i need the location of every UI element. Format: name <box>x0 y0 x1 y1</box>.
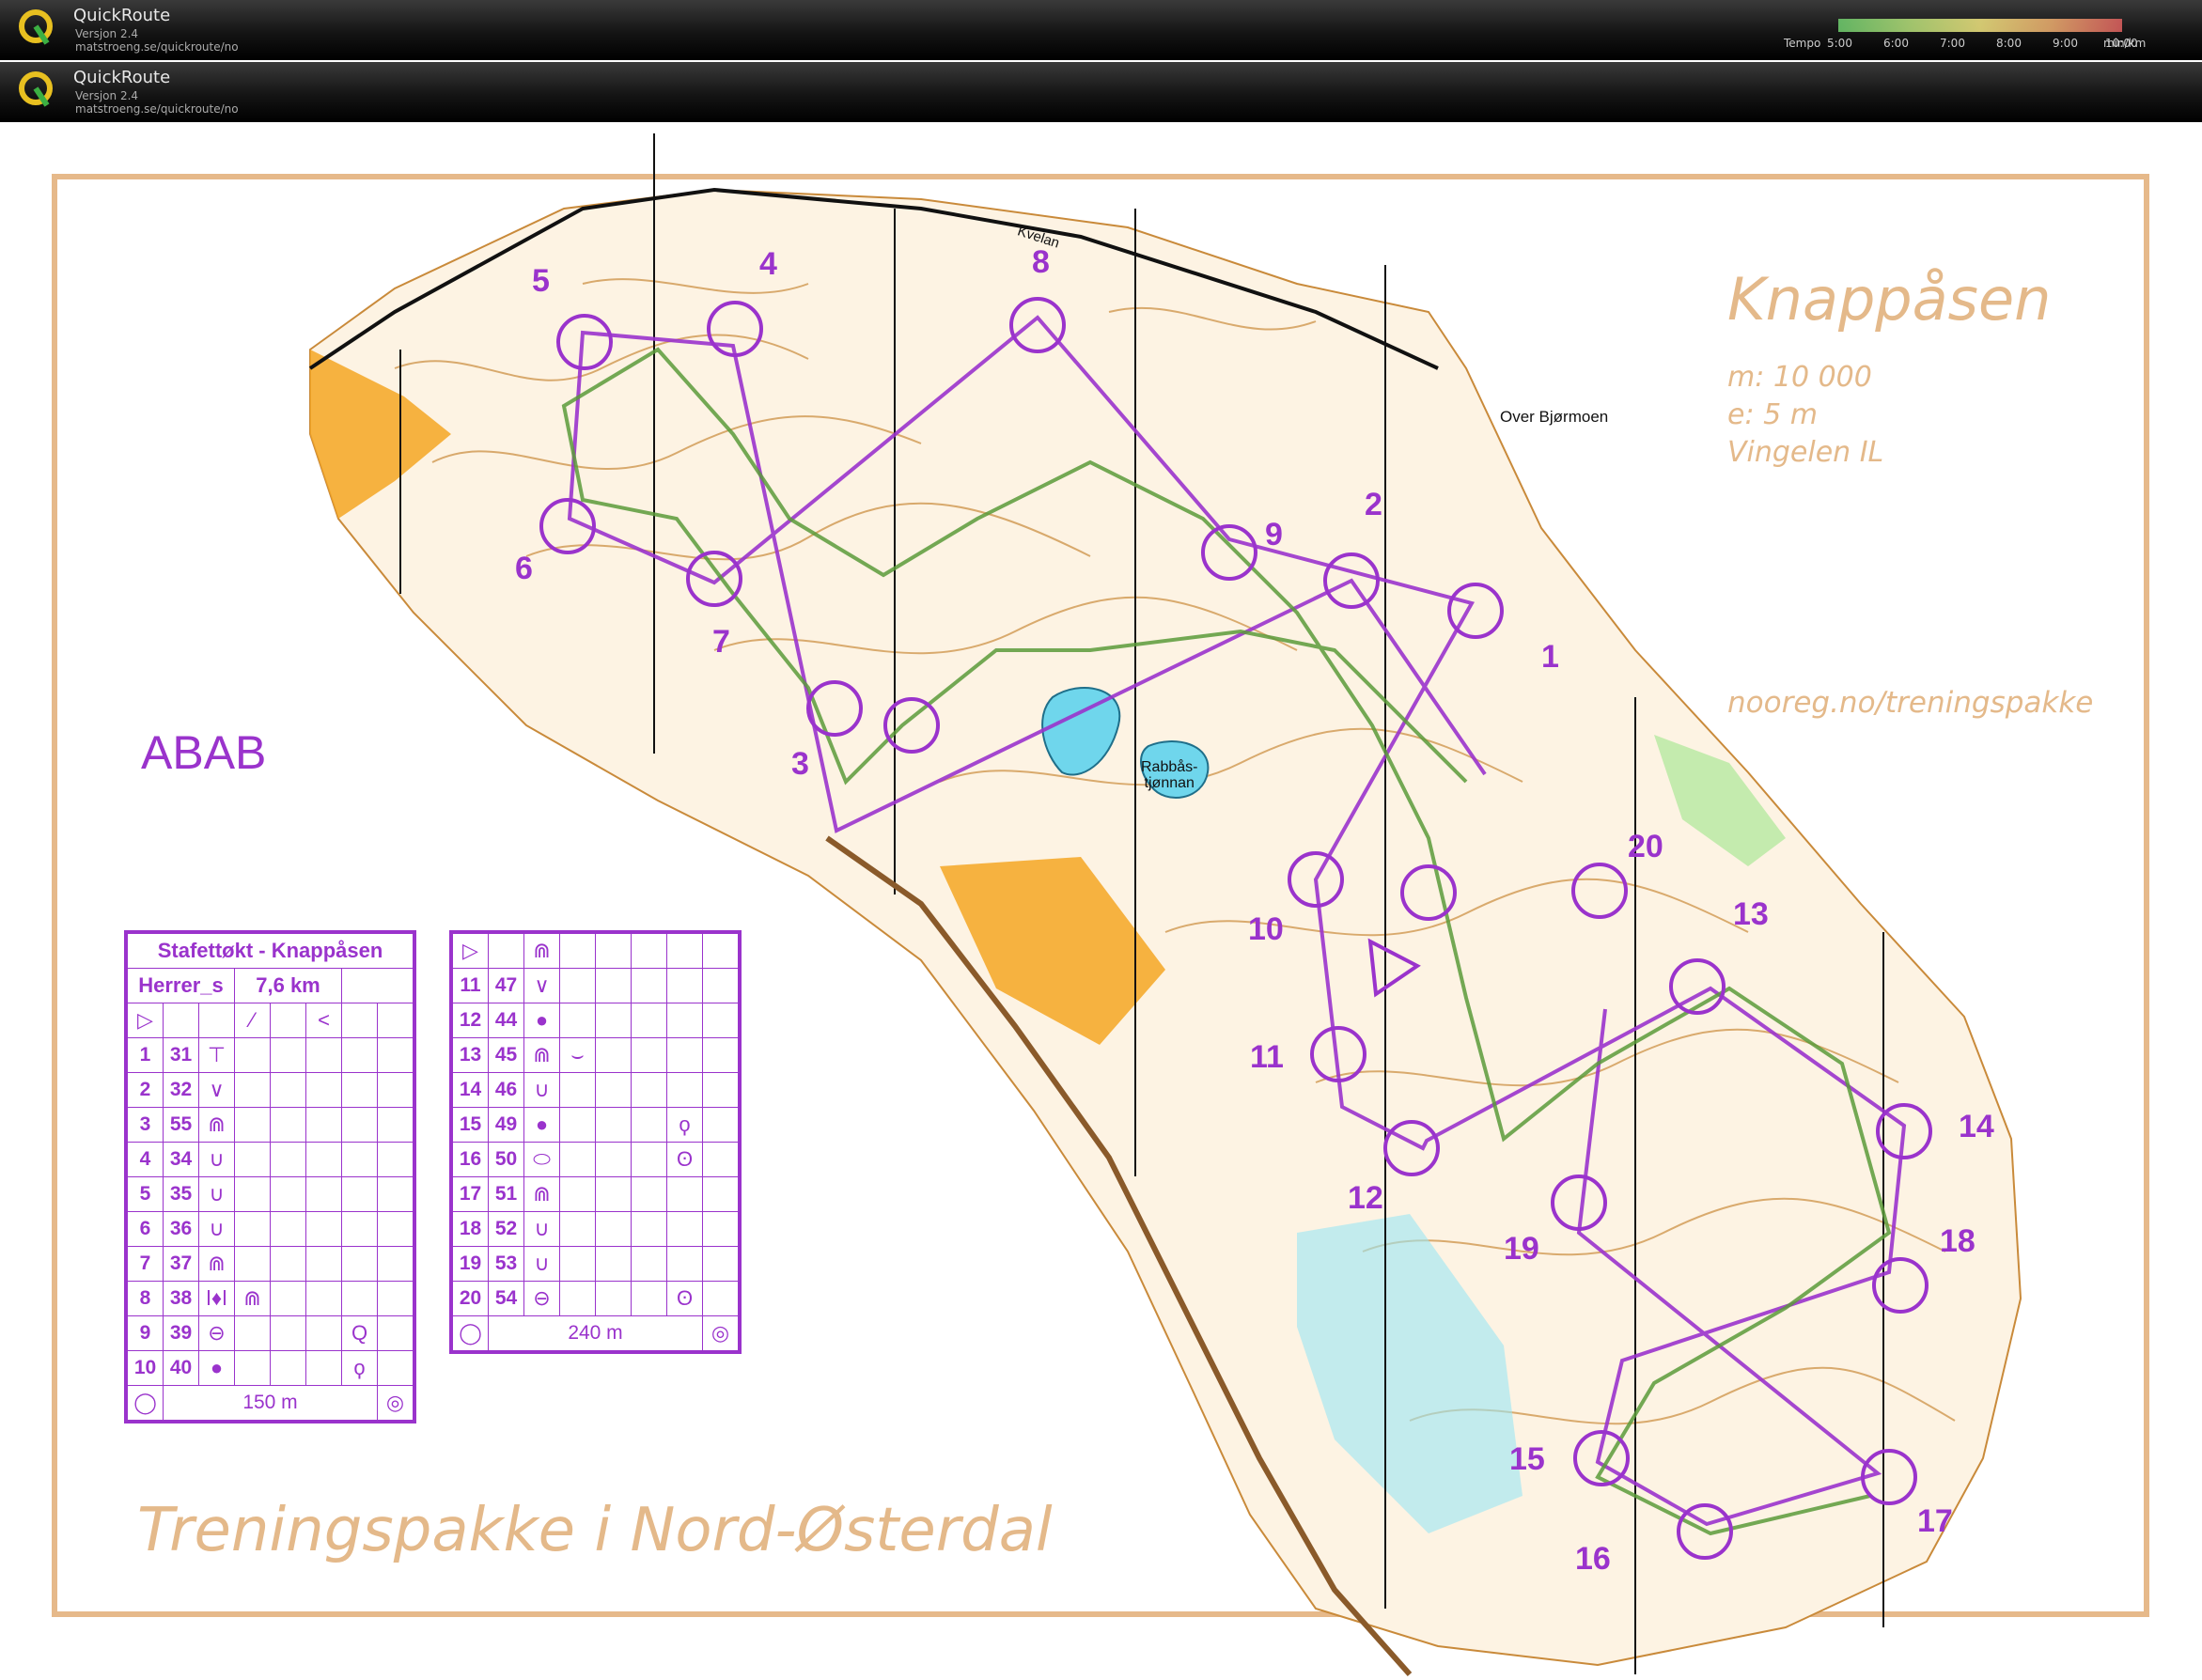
control-number: 4 <box>759 246 777 282</box>
control-number: 10 <box>1248 911 1284 947</box>
footer-title: Treningspakke i Nord-Østerdal <box>137 1496 1053 1565</box>
variant-label: ABAB <box>141 726 267 779</box>
table-row: 19 53 ∪ <box>452 1246 739 1282</box>
table-row: 18 52 ∪ <box>452 1211 739 1247</box>
orienteering-map[interactable] <box>0 124 2202 1680</box>
table-row: 8 38 ǀ♦ǀ ⋒ <box>127 1281 414 1316</box>
description-length: 7,6 km <box>234 968 342 1003</box>
table-row: 12 44 ● <box>452 1003 739 1038</box>
tempo-tick: 6:00 <box>1883 37 1909 50</box>
control-number: 6 <box>515 551 533 586</box>
tempo-label: Tempo <box>1784 37 1821 50</box>
control-number: 17 <box>1917 1503 1953 1539</box>
table-row: 15 49 ● ϙ <box>452 1107 739 1143</box>
control-number: 11 <box>1250 1039 1284 1075</box>
control-number: 12 <box>1348 1180 1383 1216</box>
table-row: 11 47 ∨ <box>452 968 739 1003</box>
table-row: 3 55 ⋒ <box>127 1107 414 1143</box>
start-triangle-icon: ▷ <box>127 1003 164 1038</box>
map-canvas[interactable]: Knappåsen m: 10 000 e: 5 m Vingelen IL n… <box>0 124 2202 1680</box>
tempo-tick: 8:00 <box>1996 37 2022 50</box>
control-number: 9 <box>1265 517 1283 552</box>
start-triangle-icon: ▷ <box>452 933 489 969</box>
control-description-sheet-2: ▷ ⋒ 11 47 ∨ 12 44 ● 13 45 ⋒ ⌣ 14 46 ∪ 15 49 ● ϙ 16 50 ⬭… <box>449 930 742 1354</box>
control-number: 2 <box>1365 487 1382 522</box>
tempo-unit: min/km <box>2103 37 2147 50</box>
tempo-tick: 5:00 <box>1827 37 1852 50</box>
control-number: 15 <box>1509 1441 1545 1477</box>
description-title: Stafettøkt - Knappåsen <box>127 933 414 969</box>
table-row: 2 32 ∨ <box>127 1072 414 1108</box>
table-row: 13 45 ⋒ ⌣ <box>452 1037 739 1073</box>
table-row: 14 46 ∪ <box>452 1072 739 1108</box>
quickroute-logo-icon <box>19 9 53 45</box>
control-number: 8 <box>1032 244 1050 280</box>
tempo-color-scale <box>1838 19 2122 32</box>
place-label: Over Bjørmoen <box>1500 408 1609 426</box>
table-row: 20 54 ⊖ ʘ <box>452 1281 739 1316</box>
control-number: 16 <box>1575 1541 1611 1577</box>
table-row: 16 50 ⬭ ʘ <box>452 1142 739 1177</box>
control-number: 1 <box>1541 639 1559 675</box>
control-number: 20 <box>1628 829 1663 864</box>
map-club: Vingelen IL <box>1727 436 1884 469</box>
lake-label: Rabbås-tjønnan <box>1141 759 1198 791</box>
finish-icon: ◎ <box>702 1315 739 1351</box>
table-row: 9 39 ⊖ Q <box>127 1315 414 1351</box>
app-version: Versjon 2.4 matstroeng.se/quickroute/no <box>75 27 239 54</box>
quickroute-logo-icon <box>19 71 53 107</box>
table-row: 17 51 ⋒ <box>452 1176 739 1212</box>
map-title: Knappåsen <box>1727 265 2052 334</box>
tempo-tick: 9:00 <box>2053 37 2078 50</box>
app-title-bar: QuickRoute Versjon 2.4 matstroeng.se/quic… <box>0 0 2202 60</box>
description-footer: 240 m <box>488 1315 703 1351</box>
table-row: 4 34 ∪ <box>127 1142 414 1177</box>
table-row: 7 37 ⋒ <box>127 1246 414 1282</box>
description-class: Herrer_s <box>127 968 235 1003</box>
control-number: 13 <box>1733 896 1769 932</box>
control-number: 14 <box>1959 1109 1994 1144</box>
app-title-bar-secondary: QuickRoute Versjon 2.4 matstroeng.se/quic… <box>0 62 2202 122</box>
control-number: 3 <box>791 746 809 782</box>
control-number: 7 <box>712 624 730 660</box>
map-url: nooreg.no/treningspakke <box>1727 686 2094 720</box>
table-row: 10 40 ● ϙ <box>127 1350 414 1386</box>
control-number: 18 <box>1940 1223 1976 1259</box>
app-title: QuickRoute <box>73 68 171 87</box>
control-number: 19 <box>1504 1231 1539 1267</box>
table-row: 5 35 ∪ <box>127 1176 414 1212</box>
control-description-sheet: Stafettøkt - Knappåsen Herrer_s 7,6 km ▷ ⁄… <box>124 930 416 1423</box>
description-footer: 150 m <box>163 1385 378 1421</box>
app-version: Versjon 2.4 matstroeng.se/quickroute/no <box>75 89 239 116</box>
map-scale: m: 10 000 <box>1727 361 1872 394</box>
control-number: 5 <box>532 263 550 299</box>
app-title: QuickRoute <box>73 6 171 25</box>
table-row: 1 31 ⊤ <box>127 1037 414 1073</box>
tempo-tick: 7:00 <box>1940 37 1965 50</box>
table-row: 6 36 ∪ <box>127 1211 414 1247</box>
finish-icon: ◎ <box>377 1385 414 1421</box>
map-equidistance: e: 5 m <box>1727 398 1818 431</box>
